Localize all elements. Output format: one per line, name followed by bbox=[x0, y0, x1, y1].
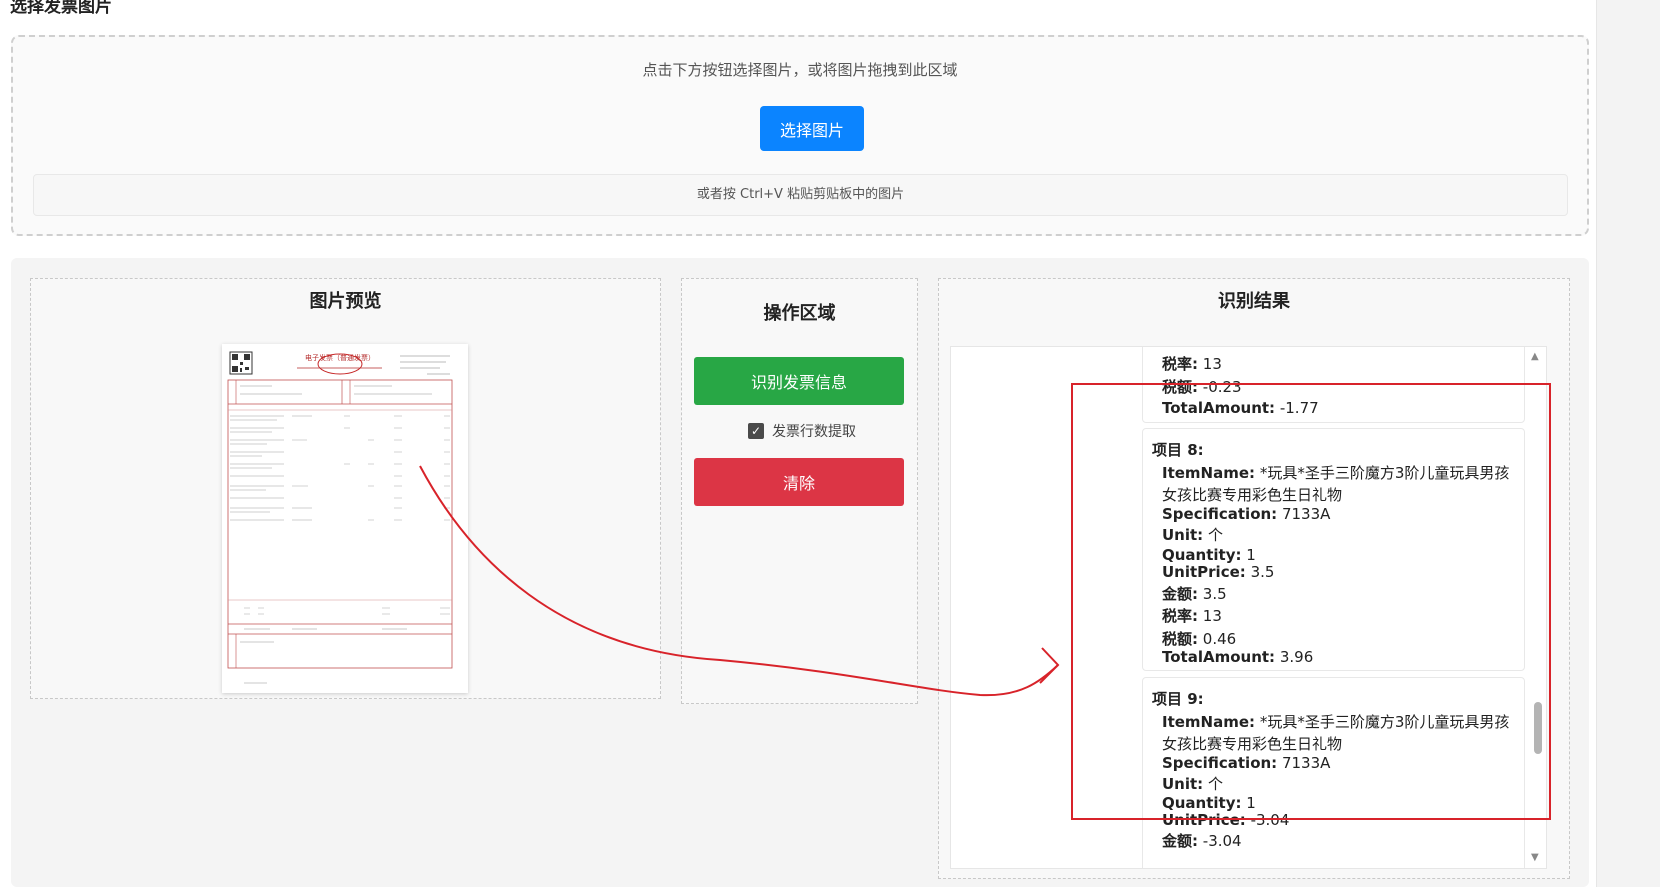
item-title: 项目 8: bbox=[1152, 441, 1204, 459]
field-item-name: ItemName: *玩具*圣手三阶魔方3阶儿童玩具男孩女孩比赛专用彩色生日礼物 bbox=[1162, 464, 1510, 504]
window-edge bbox=[1596, 0, 1660, 887]
results-title: 识别结果 bbox=[1218, 291, 1290, 312]
field-specification: Specification: 7133A bbox=[1162, 754, 1331, 772]
field-total: TotalAmount: -1.77 bbox=[1162, 399, 1319, 417]
preview-title: 图片预览 bbox=[309, 291, 382, 312]
field-amount: 金额: 3.5 bbox=[1162, 585, 1227, 603]
qr-code-icon bbox=[229, 351, 253, 375]
upload-hint: 点击下方按钮选择图片，或将图片拖拽到此区域 bbox=[642, 61, 958, 79]
clear-button[interactable]: 清除 bbox=[694, 458, 904, 506]
field-tax-rate: 税率: 13 bbox=[1162, 355, 1222, 373]
checkbox-checked-icon[interactable]: ✓ bbox=[748, 423, 764, 439]
item-title: 项目 9: bbox=[1152, 690, 1204, 708]
page: 选择发票图片 点击下方按钮选择图片，或将图片拖拽到此区域 选择图片 或者按 Ct… bbox=[0, 0, 1660, 887]
scroll-down-arrow-icon[interactable]: ▼ bbox=[1531, 852, 1539, 863]
item-card-9: 项目 9: ItemName: *玩具*圣手三阶魔方3阶儿童玩具男孩女孩比赛专用… bbox=[1142, 677, 1525, 868]
preview-panel: 图片预览 电子发票（普通发票） bbox=[30, 278, 661, 699]
row-extract-label: 发票行数提取 bbox=[772, 424, 856, 440]
recognize-invoice-button[interactable]: 识别发票信息 bbox=[694, 357, 904, 405]
field-item-name: ItemName: *玩具*圣手三阶魔方3阶儿童玩具男孩女孩比赛专用彩色生日礼物 bbox=[1162, 713, 1510, 753]
results-scroll-area[interactable]: 税率: 13 税额: -0.23 TotalAmount: -1.77 项目 8… bbox=[950, 346, 1547, 869]
invoice-line-items bbox=[230, 415, 450, 521]
field-total: TotalAmount: 3.96 bbox=[1162, 648, 1314, 666]
operations-title: 操作区域 bbox=[763, 303, 836, 324]
field-tax-amount: 税额: -0.23 bbox=[1162, 378, 1242, 396]
field-unit-price: UnitPrice: -3.04 bbox=[1162, 811, 1290, 829]
field-amount: 金额: -3.04 bbox=[1162, 832, 1242, 850]
choose-image-button[interactable]: 选择图片 bbox=[760, 106, 864, 151]
field-unit-price: UnitPrice: 3.5 bbox=[1162, 563, 1275, 581]
scrollbar-thumb[interactable] bbox=[1534, 702, 1542, 754]
operations-panel: 操作区域 识别发票信息 ✓ 发票行数提取 清除 bbox=[681, 278, 918, 704]
field-specification: Specification: 7133A bbox=[1162, 505, 1331, 523]
paste-hint: 或者按 Ctrl+V 粘贴剪贴板中的图片 bbox=[33, 174, 1568, 216]
item-card-8: 项目 8: ItemName: *玩具*圣手三阶魔方3阶儿童玩具男孩女孩比赛专用… bbox=[1142, 428, 1525, 671]
row-extract-option[interactable]: ✓ 发票行数提取 bbox=[748, 421, 856, 441]
scroll-up-arrow-icon[interactable]: ▲ bbox=[1531, 351, 1539, 362]
field-tax-rate: 税率: 13 bbox=[1162, 607, 1222, 625]
invoice-image: 电子发票（普通发票） bbox=[222, 344, 468, 693]
upload-dropzone[interactable]: 点击下方按钮选择图片，或将图片拖拽到此区域 选择图片 或者按 Ctrl+V 粘贴… bbox=[11, 35, 1589, 236]
invoice-illustration: 电子发票（普通发票） bbox=[227, 351, 453, 684]
section-title: 选择发票图片 bbox=[10, 0, 112, 17]
field-unit: Unit: 个 bbox=[1162, 526, 1223, 544]
item-card-7: 税率: 13 税额: -0.23 TotalAmount: -1.77 bbox=[1142, 347, 1525, 423]
results-panel: 识别结果 税率: 13 税额: -0.23 TotalAmount: -1.77… bbox=[938, 278, 1570, 879]
